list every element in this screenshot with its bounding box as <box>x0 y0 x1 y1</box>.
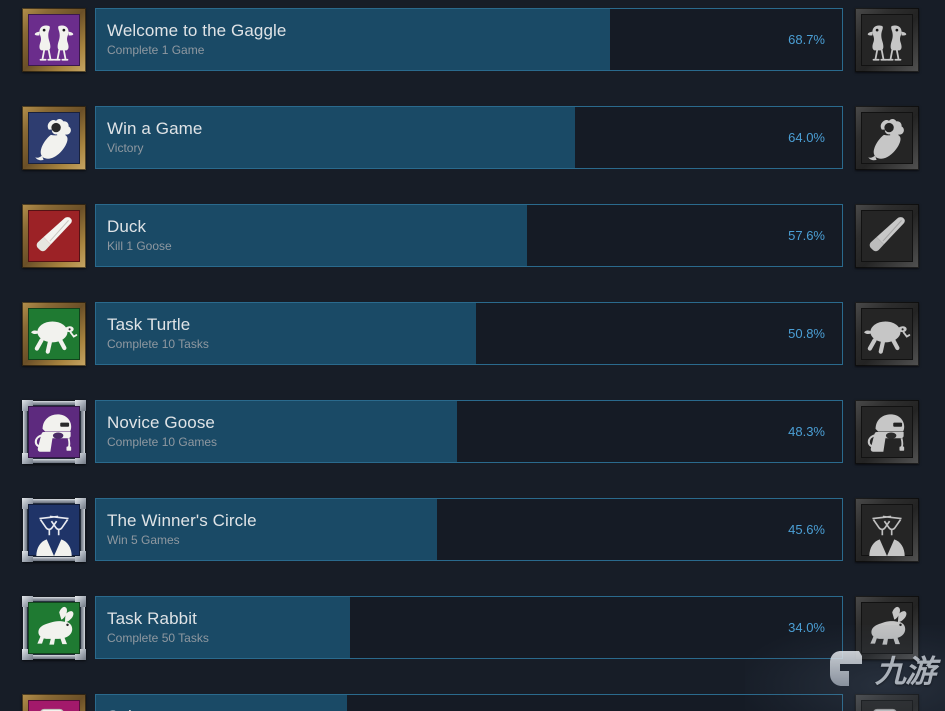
achievement-progress-bar: Welcome to the Gaggle Complete 1 Game 68.7… <box>95 8 843 71</box>
achievement-row[interactable]: Novice Goose Complete 10 Games 48.3% <box>0 392 945 471</box>
achievement-percent: 34.0% <box>788 620 825 635</box>
achievement-progress-bar: SabotageSabotage 1 Time33.5% <box>95 694 843 711</box>
pager-icon <box>28 699 80 711</box>
achievement-percent: 50.8% <box>788 326 825 341</box>
frame-edge <box>32 556 76 561</box>
achievement-icon-frame <box>22 301 86 366</box>
two-geese-icon <box>28 13 80 66</box>
achievement-icon-frame <box>22 203 86 268</box>
pager-locked-icon <box>861 699 913 711</box>
achievement-row[interactable]: Task Turtle Complete 10 Tasks 50.8% <box>0 294 945 373</box>
locked-achievement-icon-frame <box>855 399 919 464</box>
achievement-row[interactable]: SabotageSabotage 1 Time33.5% <box>0 686 945 711</box>
achievement-progress-bar: Duck Kill 1 Goose 57.6% <box>95 204 843 267</box>
frame-edge <box>32 498 76 503</box>
progress-fill <box>96 303 476 364</box>
frame-edge <box>32 458 76 463</box>
achievement-row[interactable]: Task Rabbit Complete 50 Tasks 34.0% <box>0 588 945 667</box>
locked-achievement-icon-frame <box>855 497 919 562</box>
achievement-percent: 64.0% <box>788 130 825 145</box>
achievement-progress-bar: Task Rabbit Complete 50 Tasks 34.0% <box>95 596 843 659</box>
helmet-goose-icon <box>28 405 80 458</box>
achievement-icon-frame <box>22 7 86 72</box>
frame-edge <box>81 409 85 454</box>
achievement-icon-frame <box>22 105 86 170</box>
frame-edge <box>81 507 85 552</box>
frame-edge <box>23 507 27 552</box>
cheers-glasses-icon <box>28 503 80 556</box>
locked-achievement-icon-frame <box>855 203 919 268</box>
frame-edge <box>23 409 27 454</box>
achievement-list: Welcome to the Gaggle Complete 1 Game 68.7… <box>0 0 945 711</box>
achievement-icon-frame <box>22 595 86 660</box>
achievement-progress-bar: Task Turtle Complete 10 Tasks 50.8% <box>95 302 843 365</box>
goose-gear-icon <box>28 111 80 164</box>
rabbit-icon <box>28 601 80 654</box>
locked-achievement-icon-frame <box>855 693 919 711</box>
frame-edge <box>32 596 76 601</box>
knife-icon <box>28 209 80 262</box>
achievement-row[interactable]: The Winner's Circle Win 5 Games 45.6% <box>0 490 945 569</box>
progress-fill <box>96 695 347 711</box>
cheers-glasses-locked-icon <box>861 503 913 556</box>
progress-fill <box>96 205 527 266</box>
locked-achievement-icon-frame <box>855 105 919 170</box>
achievement-percent: 57.6% <box>788 228 825 243</box>
achievement-row[interactable]: Win a Game Victory 64.0% <box>0 98 945 177</box>
goose-gear-locked-icon <box>861 111 913 164</box>
rabbit-locked-icon <box>861 601 913 654</box>
frame-edge <box>32 400 76 405</box>
frame-edge <box>32 654 76 659</box>
turtle-icon <box>28 307 80 360</box>
frame-edge <box>81 605 85 650</box>
achievement-percent: 68.7% <box>788 32 825 47</box>
frame-edge <box>23 605 27 650</box>
helmet-goose-locked-icon <box>861 405 913 458</box>
progress-fill <box>96 9 610 70</box>
achievement-percent: 45.6% <box>788 522 825 537</box>
locked-achievement-icon-frame <box>855 595 919 660</box>
achievement-percent: 33.5% <box>788 695 825 711</box>
progress-fill <box>96 401 458 462</box>
locked-achievement-icon-frame <box>855 301 919 366</box>
achievement-icon-frame <box>22 497 86 562</box>
achievement-progress-bar: Win a Game Victory 64.0% <box>95 106 843 169</box>
achievements-page: Welcome to the Gaggle Complete 1 Game 68.7… <box>0 0 945 711</box>
achievement-progress-bar: The Winner's Circle Win 5 Games 45.6% <box>95 498 843 561</box>
achievement-percent: 48.3% <box>788 424 825 439</box>
locked-achievement-icon-frame <box>855 7 919 72</box>
achievement-row[interactable]: Duck Kill 1 Goose 57.6% <box>0 196 945 275</box>
achievement-row[interactable]: Welcome to the Gaggle Complete 1 Game 68.7… <box>0 0 945 79</box>
knife-locked-icon <box>861 209 913 262</box>
progress-fill <box>96 499 438 560</box>
turtle-locked-icon <box>861 307 913 360</box>
progress-fill <box>96 107 575 168</box>
progress-fill <box>96 597 351 658</box>
achievement-icon-frame <box>22 693 86 711</box>
two-geese-locked-icon <box>861 13 913 66</box>
achievement-icon-frame <box>22 399 86 464</box>
achievement-progress-bar: Novice Goose Complete 10 Games 48.3% <box>95 400 843 463</box>
